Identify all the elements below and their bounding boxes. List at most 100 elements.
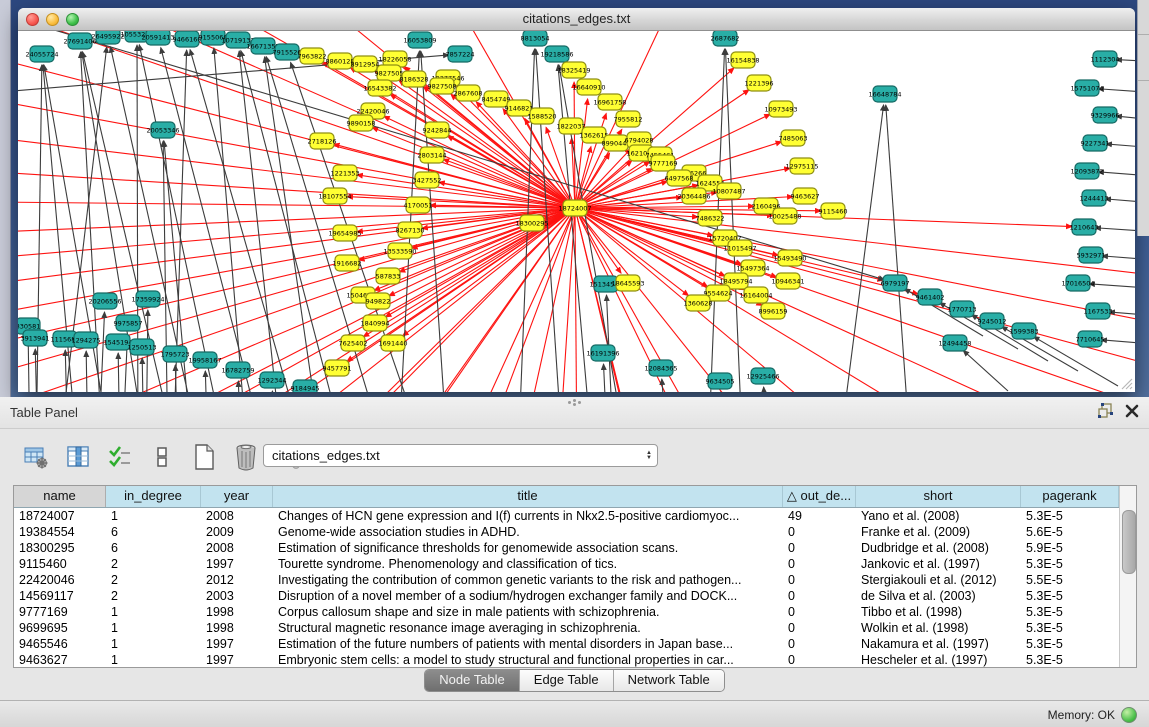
graph-node[interactable]: 12084365 (644, 360, 677, 376)
graph-node[interactable]: 587833 (376, 268, 401, 284)
graph-node[interactable]: 1691440 (379, 335, 408, 351)
network-graph[interactable]: 2405572427691406264959221055328720591413… (18, 31, 1135, 392)
table-row[interactable]: 2242004622012Investigating the contribut… (14, 572, 1119, 588)
graph-node[interactable]: 3427552 (413, 172, 442, 188)
graph-node[interactable]: 12925466 (746, 368, 779, 384)
row-options-button[interactable] (148, 443, 176, 471)
column-header-title[interactable]: title (273, 486, 783, 507)
graph-node[interactable]: 16648784 (868, 86, 901, 102)
close-icon[interactable] (1125, 404, 1139, 418)
graph-node[interactable]: 9777169 (649, 155, 678, 171)
graph-node[interactable]: 20206556 (88, 293, 121, 309)
graph-node[interactable]: 9329966 (1091, 107, 1120, 123)
graph-node[interactable]: 16154838 (726, 52, 759, 68)
graph-node[interactable]: 10807487 (712, 183, 745, 199)
table-row[interactable]: 1830029562008Estimation of significance … (14, 540, 1119, 556)
graph-node[interactable]: 1244413 (1080, 190, 1109, 206)
graph-node[interactable]: 7486322 (696, 210, 725, 226)
graph-node[interactable]: 9184945 (291, 380, 320, 392)
graph-node[interactable]: 9634505 (706, 373, 735, 389)
graph-node[interactable]: 16961758 (593, 94, 626, 110)
graph-node[interactable]: 10946341 (771, 273, 804, 289)
table-row[interactable]: 1872400712008Changes of HCN gene express… (14, 508, 1119, 524)
graph-node[interactable]: 1221396 (745, 75, 774, 91)
graph-node[interactable]: 16782759 (221, 362, 254, 378)
graph-node[interactable]: 8813054 (521, 31, 550, 46)
column-header-in_degree[interactable]: in_degree (106, 486, 201, 507)
graph-node[interactable]: 9463627 (791, 188, 820, 204)
graph-node[interactable]: 16053809 (403, 32, 436, 48)
graph-node[interactable]: 18107554 (318, 188, 351, 204)
graph-node[interactable]: 9461402 (916, 289, 945, 305)
graph-node[interactable]: 1294275 (72, 332, 101, 348)
graph-node[interactable]: 2867608 (454, 85, 483, 101)
graph-node[interactable]: 7857224 (446, 46, 475, 62)
graph-node[interactable]: 18325419 (557, 62, 590, 78)
new-table-button[interactable] (190, 443, 218, 471)
graph-node[interactable]: 11015497 (723, 240, 756, 256)
table-row[interactable]: 911546021997Tourette syndrome. Phenomeno… (14, 556, 1119, 572)
graph-node[interactable]: 16543382 (363, 80, 396, 96)
select-columns-button[interactable] (106, 443, 134, 471)
graph-node[interactable]: 2803144 (418, 147, 447, 163)
graph-node[interactable]: 18300295 (515, 215, 548, 231)
column-header-short[interactable]: short (856, 486, 1021, 507)
graph-node[interactable]: 20364486 (677, 188, 710, 204)
graph-node[interactable]: 7485063 (779, 130, 808, 146)
show-columns-button[interactable] (64, 443, 92, 471)
graph-node[interactable]: 1770713 (948, 301, 977, 317)
graph-node[interactable]: 4170051 (404, 197, 433, 213)
table-selector-dropdown[interactable]: citations_edges.txt ▲▼ (263, 444, 658, 467)
graph-node[interactable]: 9466160 (173, 31, 202, 47)
table-row[interactable]: 969969511998Structural magnetic resonanc… (14, 620, 1119, 636)
graph-node[interactable]: 1250513 (128, 339, 157, 355)
graph-node[interactable]: 1588520 (528, 108, 557, 124)
graph-node[interactable]: 6979197 (881, 275, 910, 291)
graph-node[interactable]: 9827508 (428, 78, 457, 94)
graph-node[interactable]: 1599383 (1010, 323, 1039, 339)
column-header-pagerank[interactable]: pagerank (1021, 486, 1119, 507)
graph-node[interactable]: 12093872 (1070, 163, 1103, 179)
graph-node[interactable]: 17016504 (1061, 275, 1094, 291)
panel-divider-handle[interactable] (567, 399, 581, 406)
graph-node[interactable]: 1112304 (1091, 51, 1120, 67)
table-row[interactable]: 1938455462009Genome-wide association stu… (14, 524, 1119, 540)
table-row[interactable]: 977716911998Corpus callosum shape and si… (14, 604, 1119, 620)
graph-node[interactable]: 2718126 (308, 133, 337, 149)
graph-node[interactable]: 3913941 (21, 330, 50, 346)
window-titlebar[interactable]: citations_edges.txt (18, 8, 1135, 31)
delete-table-button[interactable] (232, 443, 260, 471)
graph-node[interactable]: 20053346 (146, 122, 179, 138)
graph-node[interactable]: 17359924 (131, 291, 164, 307)
graph-node[interactable]: 7710645 (1076, 331, 1105, 347)
graph-node[interactable]: 12975115 (785, 158, 818, 174)
graph-node[interactable]: 18724007 (558, 200, 591, 216)
graph-node[interactable]: 7955812 (614, 111, 643, 127)
tab-edge-table[interactable]: Edge Table (519, 670, 613, 691)
graph-node[interactable]: 16640910 (572, 79, 605, 95)
graph-node[interactable]: 9242844 (423, 122, 452, 138)
graph-node[interactable]: 18645593 (611, 275, 644, 291)
window-resize-grip[interactable] (1119, 376, 1133, 390)
column-header-year[interactable]: year (201, 486, 273, 507)
tab-network-table[interactable]: Network Table (613, 670, 724, 691)
graph-node[interactable]: 9227341 (1081, 135, 1110, 151)
table-vertical-scrollbar[interactable] (1119, 486, 1136, 667)
graph-node[interactable]: 9245012 (978, 313, 1007, 329)
table-row[interactable]: 946554611997Estimation of the future num… (14, 636, 1119, 652)
graph-node[interactable]: 10973493 (764, 101, 797, 117)
graph-node[interactable]: 7963822 (298, 48, 327, 64)
graph-node[interactable]: 8186328 (400, 71, 429, 87)
graph-node[interactable]: 1292344 (258, 372, 287, 388)
column-header-out_de[interactable]: △ out_de... (783, 486, 856, 507)
graph-node[interactable]: 24055724 (25, 46, 58, 62)
table-row[interactable]: 946362711997Embryonic stem cells: a mode… (14, 652, 1119, 668)
graph-node[interactable]: 9457791 (323, 360, 352, 376)
table-row[interactable]: 1456911722003Disruption of a novel membe… (14, 588, 1119, 604)
float-window-icon[interactable] (1098, 403, 1113, 418)
graph-node[interactable]: 1210643 (1070, 219, 1099, 235)
graph-node[interactable]: 20591413 (141, 31, 174, 45)
graph-node[interactable]: 1916682 (333, 255, 362, 271)
graph-node[interactable]: 1840994 (361, 315, 390, 331)
graph-node[interactable]: 7625402 (339, 335, 368, 351)
